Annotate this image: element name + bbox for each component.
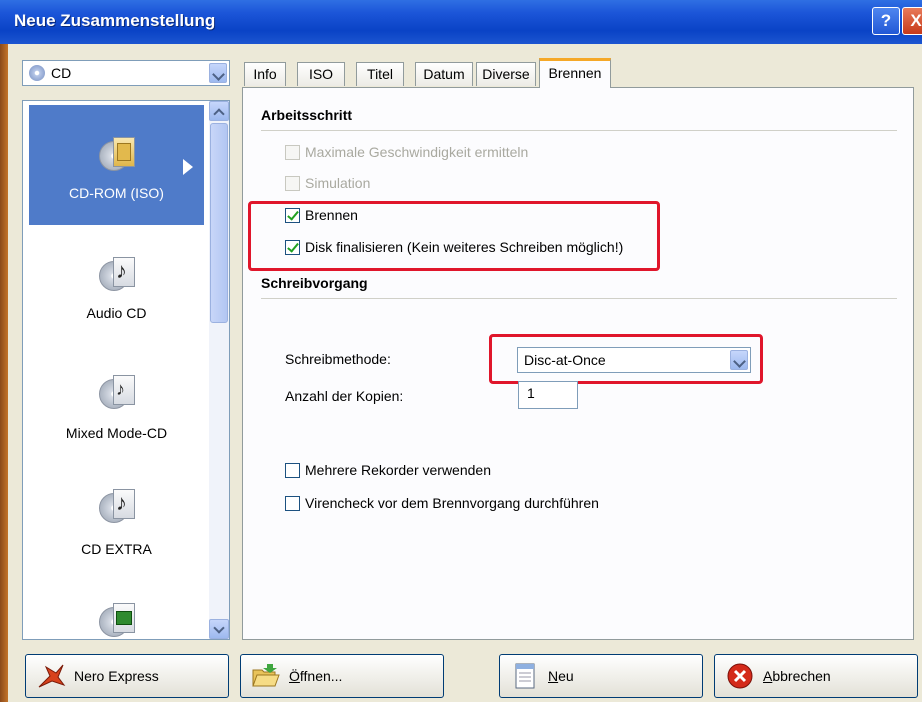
- option-label: Virencheck vor dem Brennvorgang durchfüh…: [305, 495, 599, 511]
- write-method-label: Schreibmethode:: [285, 351, 391, 367]
- virus-check-checkbox[interactable]: [285, 496, 300, 511]
- tab-brennen[interactable]: Brennen: [539, 58, 611, 88]
- help-button[interactable]: ?: [872, 7, 900, 35]
- audio-cd-icon: ♪: [99, 255, 139, 295]
- disc-type-select[interactable]: CD: [22, 60, 230, 86]
- type-item-cd-rom-iso[interactable]: CD-ROM (ISO): [29, 105, 204, 225]
- cancel-icon: [725, 661, 755, 691]
- close-button[interactable]: X: [902, 7, 922, 35]
- option-label: Maximale Geschwindigkeit ermitteln: [305, 144, 529, 160]
- brennen-tab-panel: Arbeitsschritt Maximale Geschwindigkeit …: [242, 87, 914, 640]
- button-label: Abbrechen: [763, 668, 831, 684]
- type-item-mixed-mode-cd[interactable]: ♪ Mixed Mode-CD: [29, 345, 204, 465]
- divider: [261, 130, 897, 131]
- cd-icon: [29, 65, 45, 81]
- highlight-box: [248, 201, 660, 271]
- type-item-audio-cd[interactable]: ♪ Audio CD: [29, 225, 204, 345]
- window-frame: [0, 44, 8, 702]
- nero-express-button[interactable]: Nero Express: [25, 654, 229, 698]
- button-label: Neu: [548, 668, 574, 684]
- type-item-video-cd[interactable]: [29, 581, 204, 639]
- option-label: Mehrere Rekorder verwenden: [305, 462, 491, 478]
- tab-info[interactable]: Info: [244, 62, 286, 86]
- scroll-down-button[interactable]: [209, 619, 229, 639]
- section-title-schreibvorgang: Schreibvorgang: [261, 275, 368, 291]
- max-speed-checkbox: [285, 145, 300, 160]
- new-document-icon: [510, 661, 540, 691]
- cd-rom-iso-icon: [99, 135, 139, 175]
- button-label: Öffnen...: [289, 668, 343, 684]
- type-item-cd-extra[interactable]: ♪ CD EXTRA: [29, 463, 204, 583]
- option-label: Simulation: [305, 175, 371, 191]
- title-bar: Neue Zusammenstellung ? X: [0, 0, 922, 44]
- multiple-recorders-checkbox[interactable]: [285, 463, 300, 478]
- cancel-button[interactable]: Abbrechen: [714, 654, 918, 698]
- scroll-up-button[interactable]: [209, 101, 229, 121]
- tab-datum[interactable]: Datum: [415, 62, 473, 86]
- new-compilation-window: Neue Zusammenstellung ? X CD CD-ROM (ISO…: [0, 0, 922, 702]
- type-label: CD-ROM (ISO): [69, 185, 164, 201]
- scroll-thumb[interactable]: [210, 123, 228, 323]
- chevron-right-icon: [183, 159, 193, 175]
- window-title: Neue Zusammenstellung: [14, 11, 216, 30]
- simulation-checkbox: [285, 176, 300, 191]
- button-label: Nero Express: [74, 668, 159, 684]
- nero-express-icon: [36, 661, 66, 691]
- divider: [261, 298, 897, 299]
- open-button[interactable]: Öffnen...: [240, 654, 444, 698]
- compilation-type-list: CD-ROM (ISO) ♪ Audio CD ♪ Mixed Mode-CD …: [22, 100, 230, 640]
- cd-extra-icon: ♪: [99, 487, 139, 527]
- type-label: Mixed Mode-CD: [65, 425, 168, 441]
- chevron-down-icon[interactable]: [209, 63, 227, 83]
- copies-input[interactable]: 1: [518, 381, 578, 409]
- tab-titel[interactable]: Titel: [356, 62, 404, 86]
- mixed-mode-cd-icon: ♪: [99, 373, 139, 413]
- copies-label: Anzahl der Kopien:: [285, 388, 404, 404]
- video-cd-icon: [99, 601, 139, 639]
- type-label: CD EXTRA: [81, 541, 152, 557]
- highlight-box: [489, 334, 763, 384]
- new-button[interactable]: Neu: [499, 654, 703, 698]
- section-title-arbeitsschritt: Arbeitsschritt: [261, 107, 353, 123]
- disc-type-value: CD: [51, 65, 72, 81]
- folder-open-icon: [251, 661, 281, 691]
- type-label: Audio CD: [86, 305, 147, 321]
- type-list-scrollbar[interactable]: [209, 101, 229, 639]
- tab-diverse[interactable]: Diverse: [476, 62, 536, 86]
- tab-iso[interactable]: ISO: [297, 62, 345, 86]
